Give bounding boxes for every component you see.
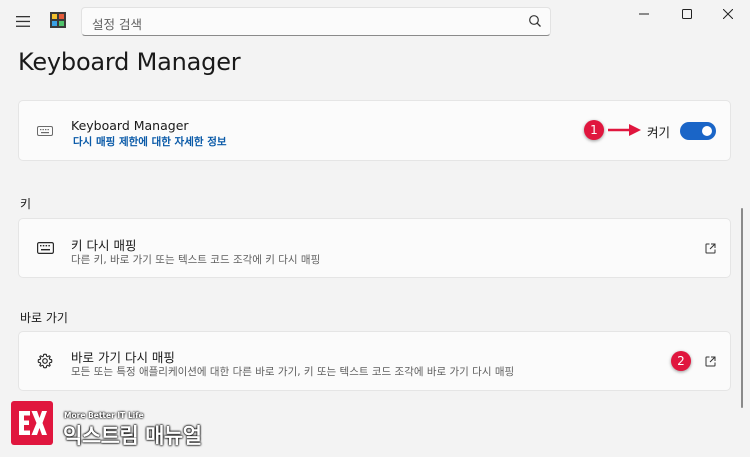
keyboard-manager-enable-card: Keyboard Manager 다시 매핑 제한에 대한 자세한 정보 1 켜… xyxy=(18,100,731,161)
annotation-arrow-icon xyxy=(608,124,641,136)
remap-limitations-link[interactable]: 다시 매핑 제한에 대한 자세한 정보 xyxy=(73,134,227,149)
vertical-scrollbar[interactable] xyxy=(741,208,743,408)
enable-toggle[interactable] xyxy=(680,122,716,140)
search-icon[interactable] xyxy=(528,14,542,28)
watermark-tagline: More Better IT Life xyxy=(64,411,144,420)
remap-shortcuts-description: 모든 또는 특정 애플리케이션에 대한 다른 바로 가기, 키 또는 텍스트 코… xyxy=(71,366,515,378)
ex-logo-icon xyxy=(19,411,47,435)
page-title: Keyboard Manager xyxy=(18,48,241,76)
close-icon xyxy=(723,9,733,19)
open-external-icon[interactable] xyxy=(705,243,716,254)
open-external-icon[interactable] xyxy=(705,356,716,367)
keyboard-icon xyxy=(37,242,54,254)
minimize-icon xyxy=(639,13,649,15)
powertoys-app-icon xyxy=(50,12,66,28)
watermark-logo xyxy=(11,401,53,445)
watermark-name: 익스트림 매뉴얼 xyxy=(63,424,202,448)
annotation-badge-2: 2 xyxy=(671,351,691,371)
keyboard-icon xyxy=(37,126,53,136)
remap-keys-description: 다른 키, 바로 가기 또는 텍스트 코드 조각에 키 다시 매핑 xyxy=(71,254,321,266)
enable-card-title: Keyboard Manager xyxy=(71,118,189,133)
annotation-badge-1: 1 xyxy=(584,120,604,140)
toggle-state-label: 켜기 xyxy=(647,125,671,140)
section-label-shortcuts: 바로 가기 xyxy=(20,311,68,325)
remap-shortcuts-card[interactable]: 바로 가기 다시 매핑 모든 또는 특정 애플리케이션에 대한 다른 바로 가기… xyxy=(18,331,731,391)
minimize-button[interactable] xyxy=(624,2,664,26)
maximize-icon xyxy=(682,9,692,19)
hamburger-menu-button[interactable] xyxy=(9,9,37,33)
search-placeholder: 설정 검색 xyxy=(92,17,142,32)
toggle-knob xyxy=(702,126,712,136)
gear-icon xyxy=(37,353,53,369)
maximize-button[interactable] xyxy=(667,2,707,26)
close-button[interactable] xyxy=(708,2,748,26)
hamburger-icon xyxy=(16,15,30,27)
search-box[interactable]: 설정 검색 xyxy=(81,7,551,36)
remap-keys-card[interactable]: 키 다시 매핑 다른 키, 바로 가기 또는 텍스트 코드 조각에 키 다시 매… xyxy=(18,218,731,278)
section-label-keys: 키 xyxy=(20,197,32,211)
